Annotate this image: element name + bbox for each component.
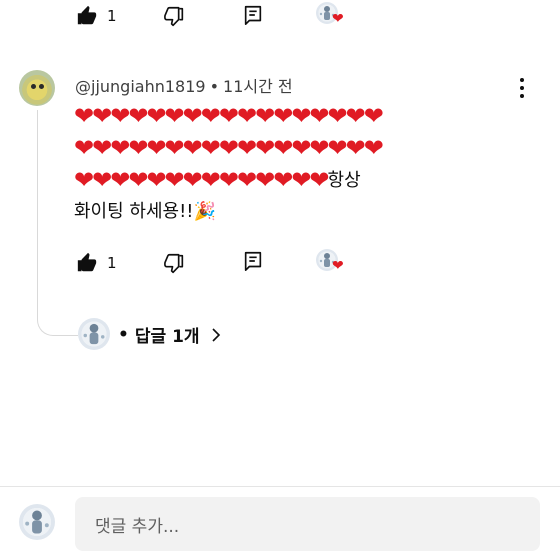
add-comment-input[interactable]: 댓글 추가... (75, 497, 540, 551)
heart-line-last: ❤❤❤❤❤❤❤❤❤❤❤❤❤❤항상 (74, 164, 544, 197)
reply-button[interactable] (242, 4, 264, 26)
creator-heart[interactable]: ❤ (316, 2, 344, 27)
like-button[interactable]: 1 (76, 252, 117, 274)
composer-divider (0, 486, 560, 487)
reply-button[interactable] (242, 250, 264, 272)
comment-icon (244, 251, 262, 271)
heart-line: ❤❤❤❤❤❤❤❤❤❤❤❤❤❤❤❤❤ (74, 134, 384, 162)
comment-action-row: 1 ❤ (0, 249, 560, 279)
replies-label: 답글 1개 (134, 327, 200, 347)
view-replies-button[interactable]: • 답글 1개 (118, 322, 224, 347)
like-button[interactable]: 1 (76, 5, 117, 27)
like-count: 1 (107, 254, 117, 272)
more-vertical-icon (518, 78, 526, 98)
my-avatar (19, 504, 55, 540)
heart-line: ❤❤❤❤❤❤❤❤❤❤❤❤❤❤ (74, 166, 330, 194)
comment-author[interactable]: @jjungiahn1819 (75, 77, 206, 96)
creator-heart-icon: ❤ (332, 11, 344, 27)
replies-dot: • (118, 324, 129, 345)
dislike-button[interactable] (164, 5, 186, 27)
meta-separator: • (209, 77, 220, 96)
comment-time: 11시간 전 (223, 77, 293, 96)
comment-body: ❤❤❤❤❤❤❤❤❤❤❤❤❤❤❤❤❤ ❤❤❤❤❤❤❤❤❤❤❤❤❤❤❤❤❤ ❤❤❤❤… (74, 100, 544, 227)
thumbs-up-icon (77, 5, 97, 25)
creator-heart[interactable]: ❤ (316, 249, 344, 274)
add-comment-placeholder: 댓글 추가... (95, 516, 180, 537)
comment-text-tail: 항상 (327, 170, 361, 191)
thread-connector (37, 110, 78, 336)
more-button[interactable] (518, 78, 526, 102)
comment-icon (244, 5, 262, 25)
avatar-eye (39, 84, 44, 89)
chevron-right-icon (211, 327, 220, 342)
comment-header: @jjungiahn1819 • 11시간 전 (75, 73, 293, 97)
thumbs-up-icon (77, 252, 97, 272)
creator-avatar-figure (25, 510, 49, 534)
comment-text-line: 화이팅 하세용!!🎉 (74, 201, 216, 222)
avatar-eye (31, 84, 36, 89)
commenter-avatar[interactable] (19, 70, 55, 106)
heart-line: ❤❤❤❤❤❤❤❤❤❤❤❤❤❤❤❤❤ (74, 102, 384, 130)
dislike-button[interactable] (164, 252, 186, 274)
like-count: 1 (107, 7, 117, 25)
reply-avatar (78, 318, 110, 350)
creator-avatar-figure (83, 323, 105, 345)
top-action-row: 1 ❤ (0, 1, 560, 31)
thumbs-down-icon (164, 6, 184, 27)
thumbs-down-icon (164, 253, 184, 274)
creator-heart-icon: ❤ (332, 258, 344, 274)
